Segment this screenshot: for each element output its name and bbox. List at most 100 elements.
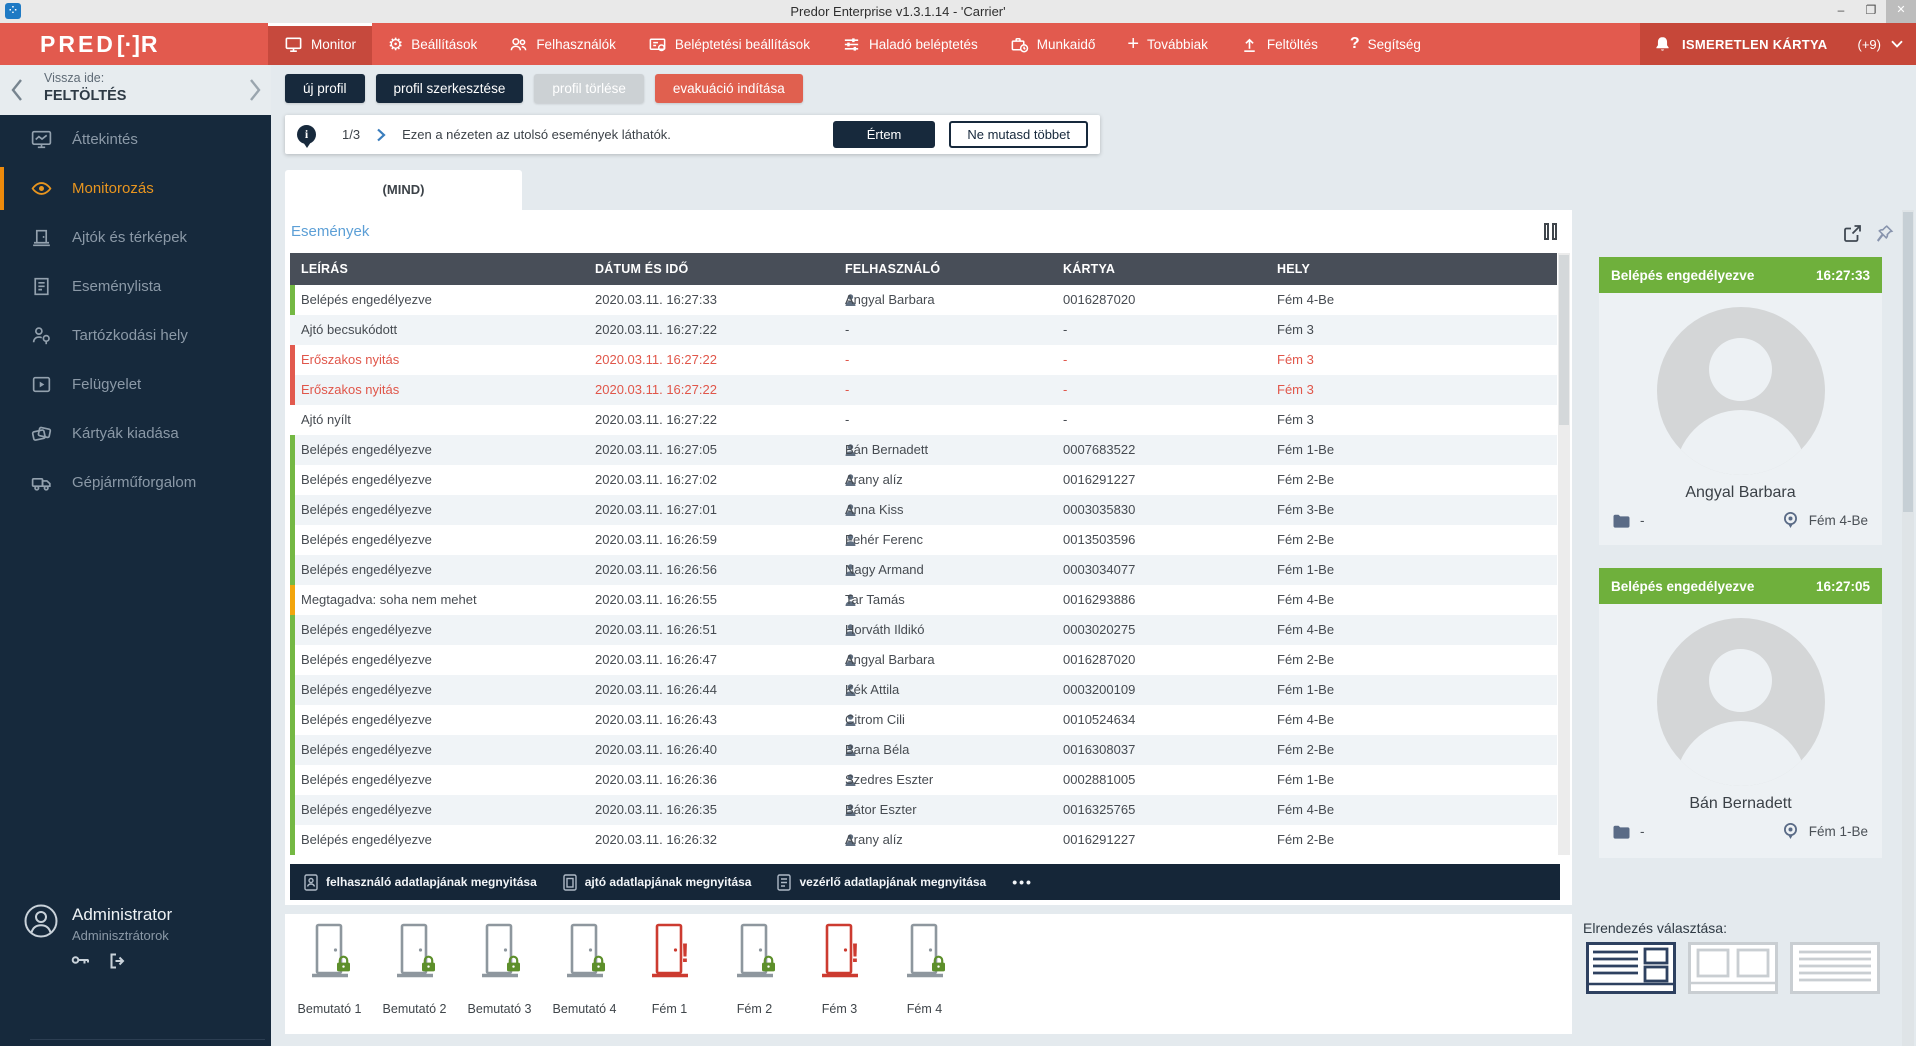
event-description: Belépés engedélyezve: [301, 555, 432, 585]
event-datetime: 2020.03.11. 16:27:01: [595, 495, 717, 525]
door-status[interactable]: ! Bemutató 4: [542, 922, 627, 1016]
event-user: -: [845, 315, 849, 345]
location-pin-icon: [1782, 511, 1799, 530]
event-detail-card[interactable]: Belépés engedélyezve 16:27:33 Angyal Bar…: [1599, 257, 1882, 545]
sidebar-item-overview[interactable]: Áttekintés: [0, 115, 271, 164]
event-user: Citrom Cili: [845, 705, 905, 735]
table-scrollbar[interactable]: [1558, 253, 1570, 855]
door-status[interactable]: ! Bemutató 3: [457, 922, 542, 1016]
event-row[interactable]: Belépés engedélyezve 2020.03.11. 16:26:3…: [290, 765, 1557, 795]
event-card-time: 16:27:33: [1816, 268, 1870, 283]
sidebar-item-surveillance[interactable]: Felügyelet: [0, 360, 271, 409]
alarm-exclamation-icon: !: [851, 938, 860, 969]
event-card-number: 0003020275: [1063, 615, 1135, 645]
sidebar-item-monitoring[interactable]: Monitorozás: [0, 164, 271, 213]
door-status[interactable]: ! Fém 4: [882, 922, 967, 1016]
nav-item-worktime[interactable]: Munkaidő: [994, 23, 1112, 65]
sidebar-item-doors-maps[interactable]: Ajtók és térképek: [0, 213, 271, 262]
door-status[interactable]: ! Bemutató 1: [287, 922, 372, 1016]
event-row[interactable]: Belépés engedélyezve 2020.03.11. 16:26:5…: [290, 615, 1557, 645]
door-status[interactable]: ! Fém 1: [627, 922, 712, 1016]
pin-icon[interactable]: [1875, 224, 1894, 243]
chevron-left-icon[interactable]: [8, 77, 26, 103]
user-avatar-icon: [23, 903, 59, 939]
more-actions-button[interactable]: •••: [1012, 874, 1033, 890]
event-row[interactable]: Belépés engedélyezve 2020.03.11. 16:26:3…: [290, 795, 1557, 825]
sidebar-item-presence[interactable]: Tartózkodási hely: [0, 311, 271, 360]
event-place: Fém 2-Be: [1277, 645, 1334, 675]
alert-count: (+9): [1858, 37, 1881, 52]
nav-item-monitor[interactable]: Monitor: [268, 23, 372, 65]
sidebar-item-vehicle-traffic[interactable]: Gépjárműforgalom: [0, 458, 271, 507]
event-datetime: 2020.03.11. 16:27:22: [595, 405, 717, 435]
event-row[interactable]: Belépés engedélyezve 2020.03.11. 16:26:4…: [290, 675, 1557, 705]
event-card-number: 0016293886: [1063, 585, 1135, 615]
chevron-right-icon[interactable]: [376, 128, 386, 142]
sliders-icon: [842, 35, 861, 54]
banner-ok-button[interactable]: Értem: [833, 121, 936, 148]
event-row[interactable]: Ajtó becsukódott 2020.03.11. 16:27:22 - …: [290, 315, 1557, 345]
tab-mind[interactable]: (MIND): [285, 170, 522, 210]
close-button[interactable]: ✕: [1886, 0, 1916, 23]
maximize-button[interactable]: ❐: [1856, 0, 1886, 23]
event-row[interactable]: Belépés engedélyezve 2020.03.11. 16:26:5…: [290, 525, 1557, 555]
start-evacuation-button[interactable]: evakuáció indítása: [655, 74, 803, 103]
folder-icon: [1613, 825, 1630, 839]
layout-option-list-only[interactable]: [1790, 942, 1880, 994]
event-row[interactable]: Belépés engedélyezve 2020.03.11. 16:27:0…: [290, 465, 1557, 495]
nav-item-advanced-access[interactable]: Haladó beléptetés: [826, 23, 994, 65]
event-row[interactable]: Belépés engedélyezve 2020.03.11. 16:27:0…: [290, 435, 1557, 465]
event-row[interactable]: Megtagadva: soha nem mehet 2020.03.11. 1…: [290, 585, 1557, 615]
nav-item-more[interactable]: + Továbbiak: [1111, 23, 1223, 65]
alert-dropdown[interactable]: ISMERETLEN KÁRTYA (+9): [1640, 23, 1916, 65]
nav-item-upload[interactable]: Feltöltés: [1224, 23, 1334, 65]
open-door-sheet-action[interactable]: ajtó adatlapjának megnyitása: [563, 874, 752, 891]
sidebar-item-event-list[interactable]: Eseménylista: [0, 262, 271, 311]
sidebar-item-card-issuing[interactable]: Kártyák kiadása: [0, 409, 271, 458]
nav-item-users[interactable]: Felhasználók: [493, 23, 632, 65]
event-row[interactable]: Belépés engedélyezve 2020.03.11. 16:27:0…: [290, 495, 1557, 525]
nav-item-access-settings[interactable]: Beléptetési beállítások: [632, 23, 826, 65]
edit-profile-button[interactable]: profil szerkesztése: [376, 74, 524, 103]
event-row[interactable]: Erőszakos nyitás 2020.03.11. 16:27:22 - …: [290, 375, 1557, 405]
logout-icon[interactable]: [109, 953, 127, 969]
video-icon: [30, 373, 53, 396]
event-card-number: 0003200109: [1063, 675, 1135, 705]
chevron-right-icon[interactable]: [246, 77, 264, 103]
key-icon[interactable]: [71, 953, 91, 967]
door-status[interactable]: ! Fém 3: [797, 922, 882, 1016]
open-controller-sheet-action[interactable]: vezérlő adatlapjának megnyitása: [777, 874, 986, 891]
open-external-icon[interactable]: [1843, 224, 1862, 243]
banner-step: 1/3: [342, 127, 360, 142]
nav-item-help[interactable]: ? Segítség: [1334, 23, 1437, 65]
user-block: Administrator Adminisztrátorok: [0, 895, 271, 1005]
door-status[interactable]: ! Bemutató 2: [372, 922, 457, 1016]
back-navigation[interactable]: Vissza ide: FELTÖLTÉS: [0, 65, 271, 115]
nav-item-settings[interactable]: ⚙ Beállítások: [372, 23, 493, 65]
banner-dismiss-button[interactable]: Ne mutasd többet: [949, 121, 1088, 148]
event-row[interactable]: Belépés engedélyezve 2020.03.11. 16:27:3…: [290, 285, 1557, 315]
event-card-header: Belépés engedélyezve 16:27:05: [1599, 568, 1882, 604]
event-row[interactable]: Ajtó nyílt 2020.03.11. 16:27:22 - - Fém …: [290, 405, 1557, 435]
event-description: Ajtó nyílt: [301, 405, 351, 435]
event-datetime: 2020.03.11. 16:26:35: [595, 795, 717, 825]
pause-icon[interactable]: [1544, 223, 1560, 240]
event-row[interactable]: Belépés engedélyezve 2020.03.11. 16:26:4…: [290, 705, 1557, 735]
delete-profile-button[interactable]: profil törlése: [534, 74, 644, 103]
open-user-sheet-action[interactable]: felhasználó adatlapjának megnyitása: [304, 874, 537, 891]
event-row[interactable]: Belépés engedélyezve 2020.03.11. 16:26:5…: [290, 555, 1557, 585]
door-icon: [563, 922, 607, 986]
event-place: Fém 3: [1277, 315, 1314, 345]
layout-option-two-panels[interactable]: [1688, 942, 1778, 994]
event-row[interactable]: Belépés engedélyezve 2020.03.11. 16:26:4…: [290, 735, 1557, 765]
layout-option-list-cards[interactable]: [1586, 942, 1676, 994]
minimize-button[interactable]: –: [1826, 0, 1856, 23]
event-row[interactable]: Belépés engedélyezve 2020.03.11. 16:26:4…: [290, 645, 1557, 675]
layout-picker-label: Elrendezés választása:: [1583, 920, 1727, 936]
page-scrollbar[interactable]: [1902, 210, 1914, 1046]
door-status[interactable]: ! Fém 2: [712, 922, 797, 1016]
event-row[interactable]: Erőszakos nyitás 2020.03.11. 16:27:22 - …: [290, 345, 1557, 375]
event-row[interactable]: Belépés engedélyezve 2020.03.11. 16:26:3…: [290, 825, 1557, 855]
event-detail-card[interactable]: Belépés engedélyezve 16:27:05 Bán Bernad…: [1599, 568, 1882, 858]
new-profile-button[interactable]: új profil: [285, 74, 365, 103]
